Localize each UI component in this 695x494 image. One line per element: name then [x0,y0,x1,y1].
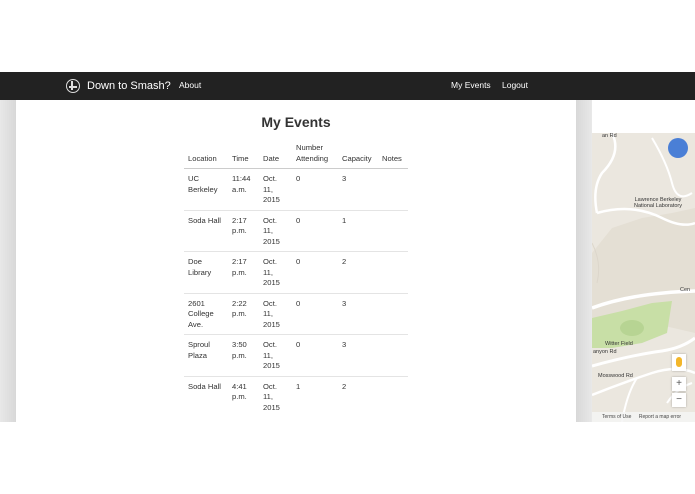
nav-my-events-link[interactable]: My Events [451,80,491,90]
cell-notes [378,334,408,376]
table-row: Sproul Plaza 3:50 p.m. Oct. 11, 2015 0 3 [184,334,408,376]
map-terms-link[interactable]: Terms of Use [602,414,631,420]
map-report-link[interactable]: Report a map error [639,414,681,420]
cell-notes [378,251,408,293]
cell-notes [378,209,408,252]
brand-link[interactable]: Down to Smash? [66,78,171,94]
cell-capacity: 2 [338,375,378,417]
cell-location: Doe Library [184,251,228,293]
map-label-lab: Lawrence Berkeley National Laboratory [633,197,682,209]
header-date: Date [259,142,292,169]
cell-date: Oct. 11, 2015 [259,375,292,417]
map-label-canyon-rd: anyon Rd [593,349,617,355]
map-zoom-in-button[interactable]: + [672,377,686,391]
page-shadow-right [576,100,592,422]
header-notes: Notes [378,142,408,169]
cell-time: 11:44 a.m. [232,174,251,194]
cell-attending: 1 [292,375,338,417]
map-label-witter-field: Witter Field [605,341,633,347]
cell-time: 2:17 p.m. [228,251,259,293]
cell-attending: 0 [292,251,338,293]
cell-date: Oct. 11, 2015 [259,209,292,252]
header-time: Time [228,142,259,169]
map-zoom-out-button[interactable]: − [672,393,686,407]
table-row: UC Berkeley 11:44 a.m. Oct. 11, 2015 0 3 [184,169,408,211]
map-view[interactable]: an Rd Lawrence Berkeley National Laborat… [592,133,695,422]
cell-time: 2:22 p.m. [228,292,259,335]
page-title: My Events [261,114,331,130]
cell-notes [378,292,408,335]
smash-logo-icon [66,79,80,93]
cell-capacity: 3 [338,334,378,376]
map-label-cen: Cen [680,287,691,293]
cell-time: 4:41 p.m. [228,375,259,417]
map-footer: Terms of Use Report a map error [592,412,695,422]
cell-attending: 0 [292,209,338,252]
cell-location: Soda Hall [184,209,228,252]
header-capacity: Capacity [338,142,378,169]
table-row: 2601 College Ave. 2:22 p.m. Oct. 11, 201… [184,292,408,335]
header-location: Location [184,142,228,169]
table-row: Doe Library 2:17 p.m. Oct. 11, 2015 0 2 [184,251,408,293]
navbar: Down to Smash? About My Events Logout [0,72,695,100]
map-pegman-icon[interactable] [672,354,686,371]
cell-location: 2601 College Ave. [184,292,228,335]
header-number-attending: Number Attending [292,142,338,169]
cell-notes [378,169,408,211]
cell-date: Oct. 11, 2015 [263,174,280,204]
brand-text: Down to Smash? [87,80,171,92]
cell-capacity: 3 [342,174,347,183]
cell-date: Oct. 11, 2015 [259,292,292,335]
cell-capacity: 1 [338,209,378,252]
map-label-road-top: an Rd [602,133,617,139]
cell-date: Oct. 11, 2015 [259,334,292,376]
cell-location: Soda Hall [184,375,228,417]
cell-attending: 0 [292,292,338,335]
cell-time: 2:17 p.m. [228,209,259,252]
cell-location: Sproul Plaza [184,334,228,376]
table-row: Soda Hall 4:41 p.m. Oct. 11, 2015 1 2 [184,375,408,417]
table-row: Soda Hall 2:17 p.m. Oct. 11, 2015 0 1 [184,209,408,252]
cell-time: 3:50 p.m. [228,334,259,376]
cell-capacity: 3 [338,292,378,335]
nav-logout-link[interactable]: Logout [502,80,528,90]
table-header-row: Location Time Date Number Attending Capa… [184,142,408,169]
map-user-avatar-icon[interactable] [668,138,688,158]
nav-about-link[interactable]: About [179,80,201,90]
page-shadow-left [0,100,16,422]
map-label-mosswood-rd: Mosswood Rd [598,373,633,379]
main-content: My Events Location Time Date Number Atte… [16,100,576,422]
cell-date: Oct. 11, 2015 [259,251,292,293]
cell-attending: 0 [296,174,301,183]
cell-capacity: 2 [338,251,378,293]
events-table: Location Time Date Number Attending Capa… [184,142,408,417]
cell-location: UC Berkeley [188,174,218,194]
cell-notes [378,375,408,417]
cell-attending: 0 [292,334,338,376]
